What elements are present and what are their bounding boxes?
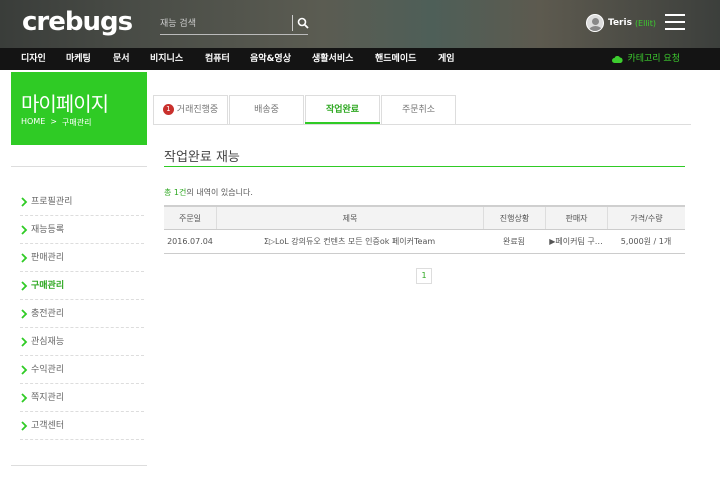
section-divider [164, 166, 685, 167]
sidebar-divider [11, 166, 147, 167]
sidebar-item-label: 구매관리 [31, 280, 65, 291]
chevron-right-icon [21, 420, 28, 431]
sidebar-item-label: 관심재능 [31, 336, 65, 347]
category-nav: 디자인 마케팅 문서 비지니스 컴퓨터 음악&영상 생활서비스 핸드메이드 게임… [0, 48, 720, 70]
tab-in-progress[interactable]: 1 거래진행중 [153, 95, 228, 125]
user-profile[interactable]: Teris (Ellit) [586, 13, 656, 33]
tab-label: 거래진행중 [176, 105, 219, 115]
sidebar-item-label: 고객센터 [31, 420, 65, 431]
nav-item-document[interactable]: 문서 [113, 48, 130, 70]
header-title: 제목 [216, 207, 483, 229]
header-banner: crebugs Teris (Ellit) [0, 0, 720, 48]
sidebar-item-label: 판매관리 [31, 252, 65, 263]
sidebar-item-label: 충전관리 [31, 308, 65, 319]
sidebar-item-revenue[interactable]: 수익관리 [20, 356, 144, 384]
breadcrumb: HOME > 구매관리 [21, 117, 91, 128]
search-divider [292, 15, 293, 31]
order-table: 주문일 제목 진행상황 판매자 가격/수량 2016.07.04 Σ▷LoL 강… [164, 205, 685, 254]
sidebar-item-charge[interactable]: 충전관리 [20, 300, 144, 328]
count-value: 1건 [173, 188, 187, 197]
section-title: 작업완료 재능 [164, 150, 240, 165]
tab-cancelled[interactable]: 주문취소 [381, 95, 456, 125]
avatar[interactable] [586, 14, 604, 32]
cell-seller-link[interactable]: ▶페이커팀 구… [545, 230, 607, 253]
chevron-right-icon [21, 392, 28, 403]
nav-item-life-service[interactable]: 생활서비스 [312, 48, 353, 70]
header-price-qty: 가격/수량 [607, 207, 685, 229]
category-request-label: 카테고리 요청 [627, 54, 680, 64]
nav-item-handmade[interactable]: 핸드메이드 [375, 48, 416, 70]
sidebar-item-label: 쪽지관리 [31, 392, 65, 403]
header-seller: 판매자 [545, 207, 607, 229]
cloud-icon [612, 55, 624, 63]
sidebar-item-talent-register[interactable]: 재능등록 [20, 216, 144, 244]
pagination-page-1[interactable]: 1 [416, 268, 432, 284]
sidebar-header: 마이페이지 HOME > 구매관리 [11, 72, 147, 145]
chevron-right-icon: > [50, 117, 57, 126]
sidebar-item-sales[interactable]: 판매관리 [20, 244, 144, 272]
nav-item-design[interactable]: 디자인 [21, 48, 46, 70]
tab-shipping[interactable]: 배송중 [229, 95, 304, 125]
nav-item-marketing[interactable]: 마케팅 [66, 48, 91, 70]
sidebar-item-purchase[interactable]: 구매관리 [20, 272, 144, 300]
cell-status: 완료됨 [502, 237, 526, 246]
sidebar-item-profile[interactable]: 프로필관리 [20, 188, 144, 216]
sidebar-bottom-divider [11, 465, 147, 466]
sidebar-item-favorites[interactable]: 관심재능 [20, 328, 144, 356]
chevron-right-icon [21, 364, 28, 375]
category-request-link[interactable]: 카테고리 요청 [612, 48, 680, 70]
chevron-right-icon [21, 336, 28, 347]
user-name: Teris [608, 18, 632, 28]
cell-price-qty: 5,000원 / 1개 [620, 237, 672, 246]
chevron-right-icon [21, 308, 28, 319]
sidebar-item-support[interactable]: 고객센터 [20, 412, 144, 440]
tab-label: 주문취소 [401, 105, 436, 115]
tab-badge: 1 [162, 104, 174, 115]
page-title: 마이페이지 [21, 92, 109, 116]
chevron-right-icon [21, 224, 28, 235]
nav-item-music-video[interactable]: 음악&영상 [250, 48, 291, 70]
tab-completed[interactable]: 작업완료 [305, 95, 380, 125]
chevron-right-icon [21, 252, 28, 263]
search-box [160, 13, 309, 35]
search-icon[interactable] [297, 17, 309, 29]
breadcrumb-current: 구매관리 [61, 118, 92, 127]
user-level: (Ellit) [634, 18, 657, 28]
nav-item-business[interactable]: 비지니스 [150, 48, 183, 70]
count-prefix: 총 [164, 188, 172, 197]
tab-label: 배송중 [254, 105, 279, 115]
sidebar-item-label: 프로필관리 [31, 196, 73, 207]
tab-label: 작업완료 [325, 105, 360, 115]
chevron-right-icon [21, 280, 28, 291]
cell-order-date: 2016.07.04 [167, 237, 213, 246]
header-order-date: 주문일 [178, 213, 202, 223]
tabs-baseline [153, 124, 691, 125]
chevron-right-icon [21, 196, 28, 207]
nav-item-computer[interactable]: 컴퓨터 [205, 48, 230, 70]
hamburger-icon[interactable] [665, 14, 685, 30]
sidebar-item-label: 재능등록 [31, 224, 65, 235]
order-status-tabs: 1 거래진행중 배송중 작업완료 주문취소 [153, 95, 691, 125]
breadcrumb-home[interactable]: HOME [21, 117, 45, 128]
crebugs-logo[interactable]: crebugs [22, 7, 133, 37]
result-count: 총 1건의 내역이 있습니다. [164, 187, 253, 198]
sidebar-menu: 프로필관리 재능등록 판매관리 구매관리 충전관리 관심재능 수익관리 쪽지관리… [20, 188, 144, 440]
sidebar-item-messages[interactable]: 쪽지관리 [20, 384, 144, 412]
sidebar-item-label: 수익관리 [31, 364, 65, 375]
table-header-row: 주문일 제목 진행상황 판매자 가격/수량 [164, 205, 685, 230]
table-row[interactable]: 2016.07.04 Σ▷LoL 강의듀오 컨텐츠 모든 인증ok 페이커Tea… [164, 230, 685, 254]
nav-item-game[interactable]: 게임 [438, 48, 455, 70]
header-status: 진행상황 [483, 207, 545, 229]
count-suffix: 의 내역이 있습니다. [186, 188, 253, 197]
cell-title-link[interactable]: Σ▷LoL 강의듀오 컨텐츠 모든 인증ok 페이커Team [216, 230, 483, 253]
search-input[interactable] [160, 15, 288, 33]
